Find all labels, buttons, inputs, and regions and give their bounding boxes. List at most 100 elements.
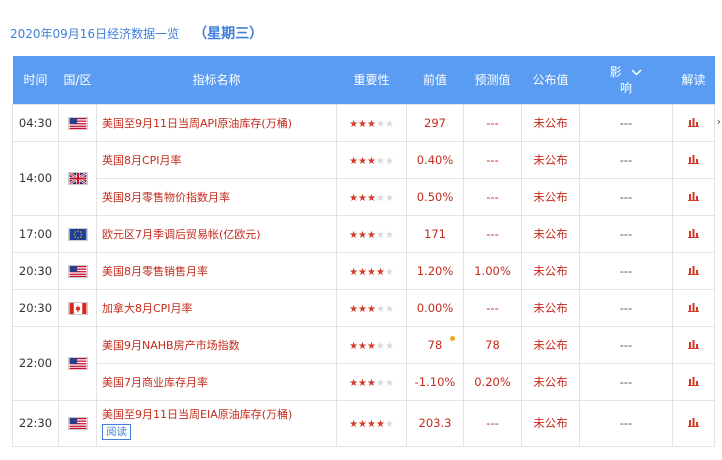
star-empty-icon: ★ <box>384 118 394 130</box>
star-filled-icon: ★ <box>358 155 368 167</box>
interpret-cell[interactable] <box>672 177 715 216</box>
star-filled-icon: ★ <box>367 419 376 430</box>
star-filled-icon: ★ <box>349 419 359 430</box>
interpret-cell[interactable] <box>672 288 715 327</box>
read-button[interactable]: 阅读 <box>102 424 131 440</box>
table-row: 20:30 加拿大8月CPI月率 ★ ★ ★ ★ ★ 0.00% --- 未公布 --- <box>12 288 715 327</box>
impact-value: --- <box>579 325 673 364</box>
bar-chart-icon[interactable] <box>688 227 699 241</box>
star-filled-icon: ★ <box>375 419 385 430</box>
table-row: 22:00 美国9月NAHB房产市场指数 ★ ★ ★ ★ ★ 78 78 未公布 --- <box>12 325 715 401</box>
event-time: 22:00 <box>12 325 59 401</box>
star-filled-icon: ★ <box>367 303 376 315</box>
star-empty-icon: ★ <box>384 229 394 241</box>
star-empty-icon: ★ <box>384 303 394 315</box>
previous-value: 78 <box>427 337 443 352</box>
star-empty-icon: ★ <box>375 155 385 167</box>
event-time: 20:30 <box>12 251 59 290</box>
forecast-value: --- <box>463 399 522 447</box>
interpret-cell[interactable] <box>672 251 715 290</box>
table-row: 美国7月商业库存月率 ★ ★ ★ ★ ★ -1.10% 0.20% 未公布 --- <box>13 362 715 401</box>
uk-flag-icon <box>67 172 88 185</box>
star-empty-icon: ★ <box>375 229 385 241</box>
indicator-name[interactable]: 欧元区7月季调后贸易帐(亿欧元) <box>96 214 337 253</box>
indicator-name[interactable]: 美国8月零售销售月率 <box>96 251 337 290</box>
bar-chart-icon[interactable] <box>688 153 699 167</box>
country-flag-cell <box>58 103 97 142</box>
interpret-cell[interactable] <box>672 399 715 447</box>
indicator-name[interactable]: 美国7月商业库存月率 <box>96 362 337 401</box>
importance-stars: ★ ★ ★ ★ ★ <box>336 325 407 364</box>
previous-value: 297 <box>406 103 464 142</box>
interpret-cell[interactable] <box>672 103 715 142</box>
indicator-name[interactable]: 美国9月NAHB房产市场指数 <box>96 325 337 364</box>
importance-stars: ★ ★ ★ ★ ★ <box>336 362 407 401</box>
economic-calendar-table: 时间 国/区 指标名称 重要性 前值 预测值 公布值 影 响 解读 04:30 … <box>12 56 715 447</box>
col-header-interpret: 解读 <box>672 56 715 104</box>
star-filled-icon: ★ <box>367 266 376 278</box>
eu-flag-icon <box>67 227 88 241</box>
interpret-cell[interactable] <box>672 325 715 364</box>
star-filled-icon: ★ <box>349 303 359 315</box>
country-flag-cell <box>58 140 97 216</box>
indicator-name[interactable]: 美国至9月11日当周EIA原油库存(万桶) <box>102 406 292 422</box>
interpret-cell[interactable] <box>672 140 715 179</box>
star-empty-icon: ★ <box>384 377 394 389</box>
indicator-name[interactable]: 英国8月CPI月率 <box>96 140 337 179</box>
bar-chart-icon[interactable] <box>688 301 699 315</box>
impact-header[interactable]: 影 响 <box>580 64 673 96</box>
col-header-importance: 重要性 <box>336 56 407 104</box>
indicator-name[interactable]: 美国至9月11日当周API原油库存(万桶) <box>96 103 337 142</box>
country-flag-cell <box>58 214 97 253</box>
impact-label-bottom: 响 <box>619 80 632 95</box>
actual-value: 未公布 <box>521 214 580 253</box>
star-empty-icon: ★ <box>375 118 385 130</box>
country-flag-cell <box>58 399 97 447</box>
col-header-time: 时间 <box>12 56 59 104</box>
col-header-indicator: 指标名称 <box>96 56 337 104</box>
star-filled-icon: ★ <box>367 229 376 241</box>
col-header-impact[interactable]: 影 响 <box>579 56 673 104</box>
event-time: 04:30 <box>12 103 59 142</box>
previous-value-cell: 78 <box>406 325 464 364</box>
star-empty-icon: ★ <box>384 155 394 167</box>
star-filled-icon: ★ <box>367 118 376 130</box>
us-flag-icon <box>67 357 88 370</box>
table-row: 04:30 美国至9月11日当周API原油库存(万桶) ★ ★ ★ ★ ★ 297 --… <box>12 103 715 142</box>
event-time: 17:00 <box>12 214 59 253</box>
importance-stars: ★ ★ ★ ★ ★ <box>336 103 407 142</box>
star-filled-icon: ★ <box>349 377 359 389</box>
star-filled-icon: ★ <box>349 155 359 167</box>
page-title: 2020年09月16日经济数据一览 <box>10 26 180 41</box>
event-time: 22:30 <box>12 399 59 447</box>
chevron-down-icon[interactable] <box>631 69 642 76</box>
interpret-cell[interactable] <box>672 214 715 253</box>
bar-chart-icon[interactable] <box>688 116 699 130</box>
table-row: 英国8月零售物价指数月率 ★ ★ ★ ★ ★ 0.50% --- 未公布 --- <box>13 177 715 216</box>
star-empty-icon: ★ <box>375 340 385 352</box>
indicator-name[interactable]: 加拿大8月CPI月率 <box>96 288 337 327</box>
indicator-name[interactable]: 英国8月零售物价指数月率 <box>96 177 337 216</box>
scroll-right-icon[interactable]: › <box>717 115 721 128</box>
importance-stars: ★ ★ ★ ★ ★ <box>336 251 407 290</box>
bar-chart-icon[interactable] <box>688 190 699 204</box>
star-filled-icon: ★ <box>349 266 359 278</box>
impact-value: --- <box>579 399 673 447</box>
actual-value: 未公布 <box>521 251 580 290</box>
star-filled-icon: ★ <box>367 192 376 204</box>
bar-chart-icon[interactable] <box>688 375 699 389</box>
bar-chart-icon[interactable] <box>688 416 699 430</box>
star-filled-icon: ★ <box>358 303 368 315</box>
bar-chart-icon[interactable] <box>688 264 699 278</box>
bar-chart-icon[interactable] <box>688 338 699 352</box>
forecast-value: 1.00% <box>463 251 522 290</box>
interpret-cell[interactable] <box>672 362 715 401</box>
us-flag-icon <box>67 116 88 130</box>
star-filled-icon: ★ <box>349 229 359 241</box>
importance-stars: ★ ★ ★ ★ ★ <box>336 399 407 447</box>
forecast-value: --- <box>463 177 522 216</box>
actual-value: 未公布 <box>521 177 580 216</box>
actual-value: 未公布 <box>521 399 580 447</box>
forecast-value: --- <box>463 140 522 179</box>
previous-value: -1.10% <box>406 362 464 401</box>
